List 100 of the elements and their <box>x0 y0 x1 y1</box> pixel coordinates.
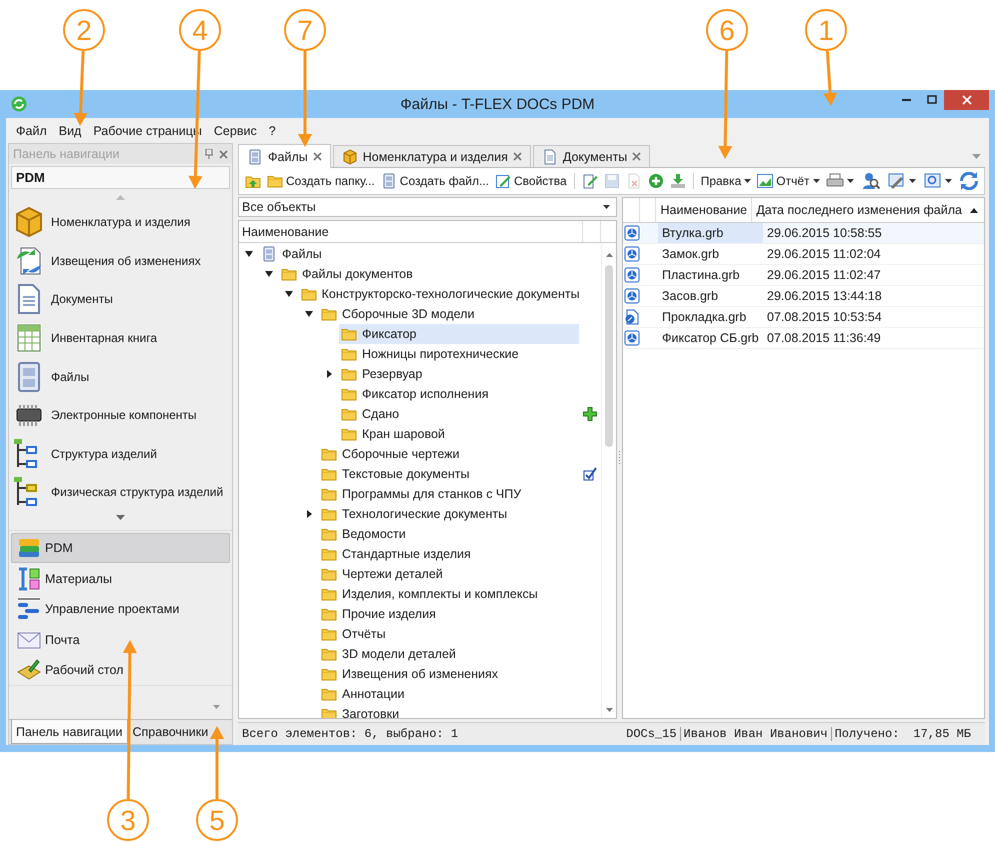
folder-icon <box>321 506 337 522</box>
expanded-arrow-icon[interactable] <box>245 251 253 257</box>
tree-item[interactable]: 3D модели деталей <box>319 644 579 664</box>
menu-item[interactable]: Сервис <box>208 122 263 140</box>
tree-item[interactable]: Стандартные изделия <box>319 544 579 564</box>
toolbar-button[interactable]: Свойства <box>493 171 569 191</box>
tree-item[interactable]: Кран шаровой <box>339 424 579 444</box>
collapsed-arrow-icon[interactable] <box>306 510 312 518</box>
status-text: Всего элементов: 6, выбрано: 1 <box>241 727 460 741</box>
close-button[interactable] <box>944 90 989 110</box>
tab-close-icon <box>512 152 522 161</box>
panel-tab[interactable]: Панель навигации <box>11 720 128 744</box>
filter-dropdown[interactable]: Все объекты <box>238 197 617 217</box>
tree-item[interactable]: Сдано <box>339 404 579 424</box>
tree-item[interactable]: Технологические документы <box>319 504 579 524</box>
table-cell[interactable]: Засов.grb <box>658 286 763 306</box>
nav-group-item[interactable]: Рабочий стол <box>11 654 230 686</box>
table-cell[interactable]: Пластина.grb <box>658 265 763 285</box>
tree-item[interactable]: Сборочные чертежи <box>319 444 579 464</box>
toolbar-button[interactable] <box>958 170 980 192</box>
folder-icon <box>321 486 337 502</box>
toolbar-menu-button[interactable]: Правка <box>698 172 754 190</box>
tree-item[interactable]: Сборочные 3D модели <box>319 304 579 324</box>
tree-item[interactable]: Ведомости <box>319 524 579 544</box>
nav-group-item[interactable]: Управление проектами <box>11 594 230 624</box>
nav-item[interactable]: Файлы <box>9 357 232 396</box>
table-cell[interactable]: Прокладка.grb <box>658 307 763 327</box>
folder-icon <box>321 706 337 718</box>
scrollbar-thumb[interactable] <box>605 265 613 447</box>
minimize-icon <box>902 99 911 101</box>
tools-icon <box>888 172 906 190</box>
tree-item[interactable]: Аннотации <box>319 684 579 704</box>
toolbar-button[interactable]: Создать файл... <box>378 171 491 191</box>
table-cell-text: 29.06.2015 11:02:47 <box>766 267 881 284</box>
status-text: 17,85 МБ <box>912 727 972 741</box>
folder-icon <box>341 426 357 442</box>
caret-icon <box>603 205 610 209</box>
status-text: DOCs_15 <box>623 727 681 741</box>
nav-item[interactable]: Физическая структура изделий <box>9 473 232 512</box>
tree-item[interactable]: Текстовые документы <box>319 464 579 484</box>
toolbar-button[interactable]: Создать папку... <box>265 171 377 191</box>
tree-item[interactable]: Файлы <box>259 244 579 264</box>
nav-item[interactable]: Инвентарная книга <box>9 318 232 358</box>
document-tab[interactable]: Документы <box>532 145 650 167</box>
desk-pencil-icon <box>17 658 41 682</box>
collapsed-arrow-icon[interactable] <box>326 370 332 378</box>
cube-icon <box>13 206 45 238</box>
pin-icon <box>205 149 213 159</box>
menu-item[interactable]: ? <box>262 122 282 140</box>
tree-item[interactable]: Программы для станков с ЧПУ <box>319 484 579 504</box>
column-header[interactable]: Дата последнего изменения файла <box>752 198 984 222</box>
tree-item[interactable]: Файлы документов <box>279 264 579 284</box>
tree-item[interactable]: Фиксатор исполнения <box>339 384 579 404</box>
toolbar-menu-button[interactable]: Отчёт <box>755 171 822 191</box>
tree-item[interactable]: Прочие изделия <box>319 604 579 624</box>
tree-item[interactable]: Извещения об изменениях <box>319 664 579 684</box>
folder-icon <box>321 606 337 622</box>
nav-group-item[interactable]: Почта <box>11 624 230 655</box>
nav-item[interactable]: Номенклатура и изделия <box>9 203 232 242</box>
tree-item[interactable]: Конструкторско-технологические документы <box>298 284 580 304</box>
table-cell[interactable]: Втулка.grb <box>658 223 763 243</box>
document-tab[interactable]: Файлы <box>238 144 331 168</box>
folder-icon <box>300 286 317 302</box>
caret-icon <box>909 179 916 183</box>
tree-item[interactable]: Резервуар <box>339 364 579 384</box>
expanded-arrow-icon[interactable] <box>284 291 293 297</box>
tree-item[interactable]: Чертежи деталей <box>319 564 579 584</box>
menu-item[interactable]: Файл <box>10 122 53 140</box>
nav-group-item[interactable]: Материалы <box>11 563 230 594</box>
panel-tab[interactable]: Справочники <box>128 720 214 744</box>
column-header[interactable]: Наименование <box>656 198 752 222</box>
folder-icon <box>321 646 337 662</box>
caret-icon <box>847 179 854 183</box>
tree-item[interactable]: Заготовки <box>319 704 579 718</box>
delete-document-icon <box>626 173 642 189</box>
folder-icon <box>321 586 337 602</box>
panel-title: Панель навигации <box>13 147 120 161</box>
table-cell[interactable]: Фиксатор СБ.grb <box>658 328 763 348</box>
tree-item[interactable]: Фиксатор <box>339 324 579 344</box>
nav-item[interactable]: Структура изделий <box>9 434 232 474</box>
expanded-arrow-icon[interactable] <box>265 271 273 277</box>
scroll-down-icon <box>116 515 125 520</box>
expanded-arrow-icon[interactable] <box>305 311 313 317</box>
nav-item[interactable]: Извещения об изменениях <box>9 242 232 280</box>
app-logo-icon <box>11 96 27 112</box>
refresh-icon <box>960 172 978 190</box>
tree-item[interactable]: Изделия, комплекты и комплексы <box>319 584 579 604</box>
cube-icon <box>342 148 358 164</box>
caret-icon <box>812 179 820 183</box>
section-header: PDM <box>11 166 230 189</box>
tree-item[interactable]: Ножницы пиротехнические <box>339 344 579 364</box>
file-cabinet-icon <box>261 246 277 262</box>
tree-item[interactable]: Отчёты <box>319 624 579 644</box>
document-tab[interactable]: Номенклатура и изделия <box>332 145 531 167</box>
toolbar-button[interactable] <box>860 170 882 192</box>
nav-group-item[interactable]: PDM <box>11 532 230 564</box>
column-header[interactable]: Наименование <box>239 221 583 242</box>
nav-item[interactable]: Электронные компоненты <box>9 396 232 435</box>
table-cell[interactable]: Замок.grb <box>658 244 763 264</box>
nav-item[interactable]: Документы <box>9 280 232 319</box>
